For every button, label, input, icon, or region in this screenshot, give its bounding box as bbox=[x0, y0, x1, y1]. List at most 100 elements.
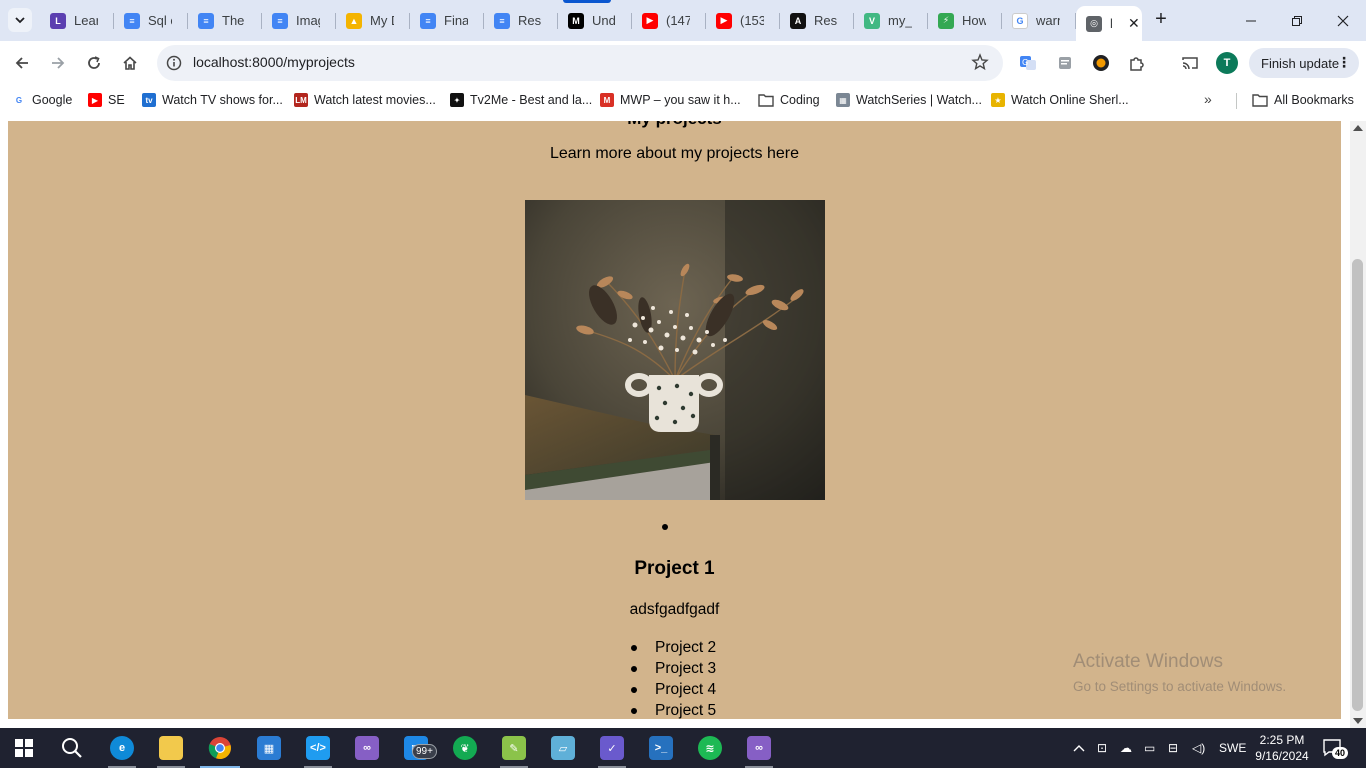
bookmark-item[interactable]: ★ Watch Online Sherl... bbox=[991, 90, 1129, 110]
url-text[interactable]: localhost:8000/myprojects bbox=[193, 54, 355, 70]
taskbar-app-check[interactable]: ✓ bbox=[588, 728, 636, 768]
cast-button[interactable] bbox=[1176, 49, 1204, 77]
project-link[interactable]: Project 2 bbox=[655, 639, 716, 657]
back-button[interactable] bbox=[8, 49, 36, 77]
browser-tab[interactable]: M Unde bbox=[558, 6, 632, 35]
bookmark-item[interactable]: G Google bbox=[12, 90, 72, 110]
browser-tab[interactable]: L Learn bbox=[40, 6, 114, 35]
tab-title: Sql c bbox=[148, 13, 172, 28]
kebab-menu-icon: ⋮ bbox=[1337, 54, 1351, 70]
profile-avatar[interactable]: T bbox=[1216, 52, 1238, 74]
forward-button[interactable] bbox=[44, 49, 72, 77]
close-window-button[interactable] bbox=[1320, 0, 1366, 41]
tray-language[interactable]: SWE bbox=[1219, 728, 1246, 768]
minimize-button[interactable] bbox=[1228, 0, 1274, 41]
tab-favicon-icon: ▶ bbox=[716, 12, 732, 29]
close-tab-icon[interactable]: ✕ bbox=[1128, 15, 1140, 32]
reload-button[interactable] bbox=[80, 49, 108, 77]
site-info-icon[interactable] bbox=[165, 54, 183, 72]
browser-tab[interactable]: ≡ The [ bbox=[188, 6, 262, 35]
bookmark-item[interactable]: LM Watch latest movies... bbox=[294, 90, 436, 110]
taskbar-vscode[interactable]: </> bbox=[294, 728, 342, 768]
extension-circle-button[interactable] bbox=[1087, 49, 1115, 77]
more-bookmarks-chevron-icon[interactable]: » bbox=[1204, 91, 1212, 107]
extensions-menu-button[interactable] bbox=[1123, 49, 1151, 77]
taskbar-visual-studio-2[interactable]: ∞ bbox=[735, 728, 783, 768]
browser-tab[interactable]: ≡ Resp bbox=[484, 6, 558, 35]
list-item[interactable]: Project 5 bbox=[631, 700, 716, 719]
tab-search-button[interactable] bbox=[8, 8, 32, 32]
home-button[interactable] bbox=[116, 49, 144, 77]
activate-windows-watermark: Activate Windows Go to Settings to activ… bbox=[1073, 651, 1286, 694]
taskbar-powershell[interactable]: >_ bbox=[637, 728, 685, 768]
bookmark-item[interactable]: M MWP – you saw it h... bbox=[600, 90, 741, 110]
bookmark-item[interactable]: ✦ Tv2Me - Best and la... bbox=[450, 90, 592, 110]
tab-title: Learn bbox=[74, 13, 98, 28]
project-list: Project 2 Project 3 Project 4 Project 5 bbox=[631, 637, 716, 719]
scroll-up-arrow-icon[interactable] bbox=[1353, 125, 1363, 131]
browser-tab[interactable]: A Resp bbox=[780, 6, 854, 35]
browser-tab[interactable]: ▲ My D bbox=[336, 6, 410, 35]
network-icon: ⊟ bbox=[1168, 741, 1179, 755]
taskbar-visual-studio[interactable]: ∞ bbox=[343, 728, 391, 768]
scrollbar-thumb[interactable] bbox=[1352, 259, 1363, 711]
tab-favicon-icon: G bbox=[1012, 12, 1028, 29]
scroll-down-arrow-icon[interactable] bbox=[1353, 718, 1363, 724]
bookmark-item[interactable]: tv Watch TV shows for... bbox=[142, 90, 283, 110]
tray-meet-now[interactable]: ⊡ bbox=[1097, 728, 1107, 768]
bookmark-item[interactable]: ▶ SE bbox=[88, 90, 125, 110]
new-tab-button[interactable]: + bbox=[1150, 8, 1172, 30]
bookmark-item[interactable]: Coding bbox=[758, 90, 820, 110]
taskbar-spotify[interactable]: ≋ bbox=[686, 728, 734, 768]
bookmark-label: Watch TV shows for... bbox=[162, 93, 283, 107]
bookmark-star-icon[interactable] bbox=[971, 53, 989, 71]
tab-title: warn bbox=[1036, 13, 1060, 28]
taskbar-mongodb[interactable]: ❦ bbox=[441, 728, 489, 768]
browser-tab[interactable]: ≡ Imag bbox=[262, 6, 336, 35]
all-bookmarks-button[interactable]: All Bookmarks bbox=[1252, 90, 1354, 110]
browser-tab[interactable]: Vmy_fi bbox=[854, 6, 928, 35]
tray-battery[interactable]: ▭ bbox=[1144, 728, 1155, 768]
restore-button[interactable] bbox=[1274, 0, 1320, 41]
list-item[interactable]: Project 4 bbox=[631, 679, 716, 700]
taskbar-clock[interactable]: 2:25 PM 9/16/2024 bbox=[1252, 732, 1312, 764]
folder-icon bbox=[1252, 94, 1268, 107]
taskbar-edge[interactable]: e bbox=[98, 728, 146, 768]
browser-tab[interactable]: ≡ Sql c bbox=[114, 6, 188, 35]
list-item[interactable]: Project 2 bbox=[631, 637, 716, 658]
watermark-title: Activate Windows bbox=[1073, 651, 1223, 672]
tray-onedrive[interactable]: ☁ bbox=[1120, 728, 1132, 768]
tab-favicon-icon: ≡ bbox=[198, 12, 214, 29]
taskbar-app[interactable]: ✎ bbox=[490, 728, 538, 768]
start-button[interactable] bbox=[0, 728, 48, 768]
translate-extension-button[interactable]: G bbox=[1014, 49, 1042, 77]
browser-tab[interactable]: Gwarn bbox=[1002, 6, 1076, 35]
bookmark-item[interactable]: ▦ WatchSeries | Watch... bbox=[836, 90, 982, 110]
notes-icon: ▱ bbox=[551, 736, 575, 760]
tab-active[interactable]: ◎ l ✕ bbox=[1076, 6, 1142, 41]
visual-studio-icon: ∞ bbox=[747, 736, 771, 760]
finish-update-button[interactable]: Finish update ⋮ bbox=[1249, 48, 1359, 78]
taskbar-microsoft-store[interactable]: ▦ bbox=[245, 728, 293, 768]
tray-volume[interactable]: ◁) bbox=[1192, 728, 1205, 768]
tab-favicon-icon: M bbox=[568, 12, 584, 29]
extension-button[interactable] bbox=[1051, 49, 1079, 77]
address-bar[interactable]: localhost:8000/myprojects bbox=[157, 45, 1003, 81]
browser-tab[interactable]: ▶ (153) bbox=[706, 6, 780, 35]
taskbar-chrome[interactable] bbox=[196, 728, 244, 768]
page-scrollbar[interactable] bbox=[1350, 121, 1366, 728]
project-link[interactable]: Project 5 bbox=[655, 702, 716, 720]
taskbar-notes[interactable]: ▱ bbox=[539, 728, 587, 768]
browser-tab[interactable]: ⚡ How bbox=[928, 6, 1002, 35]
taskbar-search-button[interactable] bbox=[48, 728, 96, 768]
list-item[interactable]: Project 3 bbox=[631, 658, 716, 679]
project-link[interactable]: Project 4 bbox=[655, 681, 716, 699]
tray-network[interactable]: ⊟ bbox=[1168, 728, 1178, 768]
project-link[interactable]: Project 3 bbox=[655, 660, 716, 678]
notification-center-button[interactable]: 40 bbox=[1322, 738, 1349, 759]
browser-tab[interactable]: ≡ Final bbox=[410, 6, 484, 35]
tab-title: (153) bbox=[740, 13, 764, 28]
show-hidden-icons[interactable] bbox=[1072, 728, 1086, 768]
browser-tab[interactable]: ▶ (147) bbox=[632, 6, 706, 35]
taskbar-file-explorer[interactable] bbox=[147, 728, 195, 768]
